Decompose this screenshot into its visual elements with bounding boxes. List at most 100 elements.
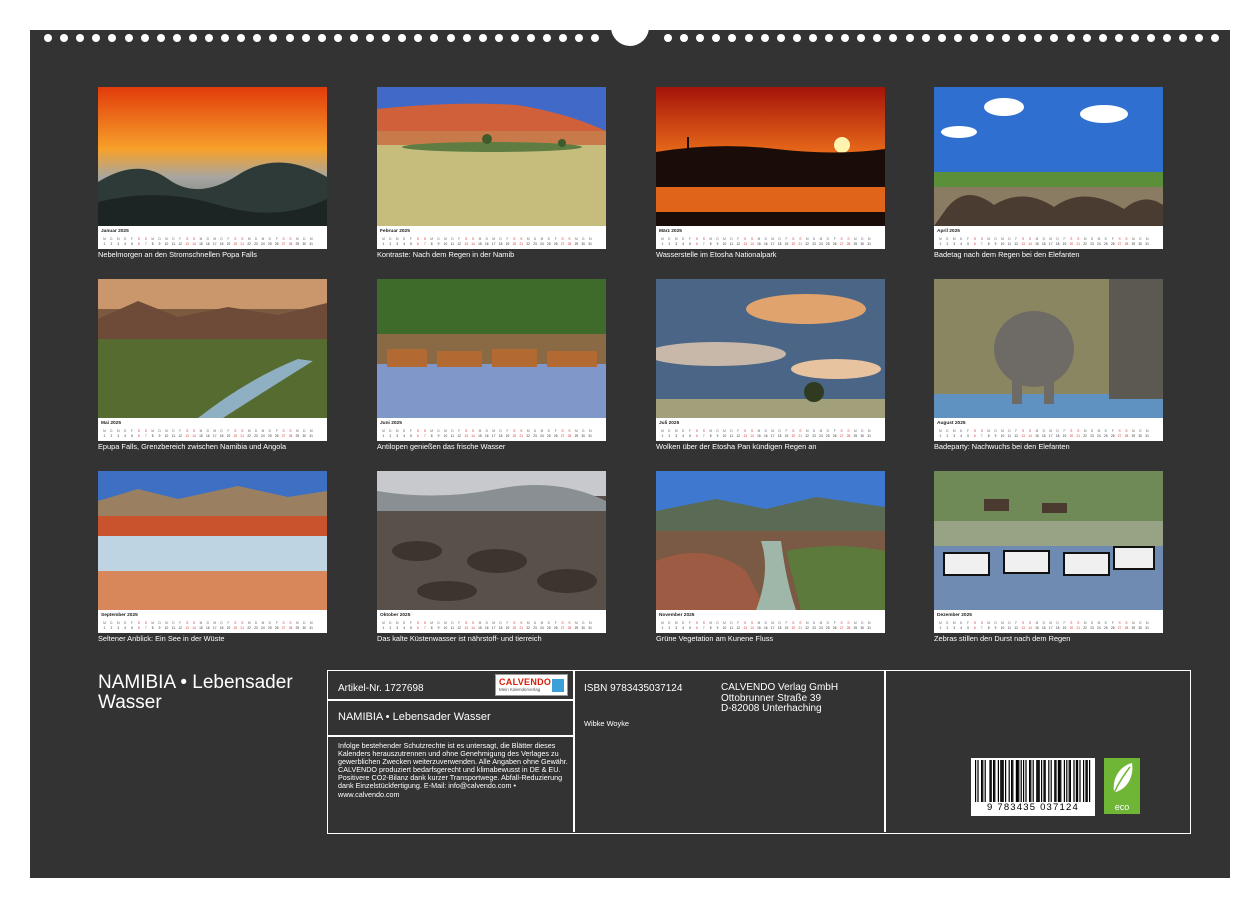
weekday-letter: S	[1118, 429, 1121, 433]
day-number: 8	[430, 242, 433, 246]
weekday-letter: M	[805, 621, 809, 625]
day-number: 25	[547, 626, 551, 630]
weekday-letter: F	[179, 429, 182, 433]
weekday-letter: F	[131, 237, 133, 241]
weekday-letter: M	[575, 429, 578, 433]
day-number: 15	[1035, 626, 1039, 630]
weekday-letter: D	[402, 621, 406, 625]
weekday-letter: M	[709, 237, 712, 241]
day-number: 15	[199, 434, 203, 438]
weekday-letter: S	[792, 621, 795, 625]
day-number: 25	[1104, 626, 1108, 630]
day-number: 17	[1048, 434, 1053, 438]
weekday-row: MDMDFSSMDMDFSSMDMDFSSMDMDFSSMDM	[659, 621, 873, 625]
day-number: 15	[757, 434, 761, 438]
day-number: 24	[261, 626, 265, 630]
binding-hole	[430, 34, 439, 42]
weekday-letter: S	[241, 621, 244, 625]
weekday-letter: S	[980, 237, 983, 241]
day-number: 18	[219, 434, 224, 438]
day-number: 3	[953, 242, 956, 246]
day-number: 23	[812, 242, 816, 246]
weekday-letter: D	[946, 429, 949, 433]
weekday-letter: S	[513, 429, 516, 433]
weekday-letter: S	[282, 237, 285, 241]
day-number: 30	[860, 434, 865, 438]
binding-hole	[937, 34, 946, 42]
weekday-letter: S	[1070, 429, 1073, 433]
day-number-row: 1 2 3 4 5 6 7 8 9 10 11 12 13 14 15 16 17 18 19 20 21 22 23 24 2…	[101, 626, 315, 630]
weekday-letter: M	[199, 237, 203, 241]
day-number: 17	[491, 242, 496, 246]
weekday-letter: D	[172, 621, 175, 625]
day-number: 3	[396, 434, 399, 438]
day-number: 23	[254, 434, 258, 438]
day-number: 20	[512, 434, 517, 438]
barcode-bar	[1005, 760, 1007, 802]
weekday-letter: M	[805, 237, 809, 241]
day-number: 19	[784, 242, 789, 246]
day-number: 26	[1110, 242, 1115, 246]
binding-hole	[808, 34, 817, 42]
binding-hole	[776, 34, 785, 42]
weekday-letter: D	[206, 237, 209, 241]
day-number: 29	[853, 434, 858, 438]
day-number: 7	[423, 242, 426, 246]
day-number: 18	[219, 626, 224, 630]
weekday-letter: M	[1097, 621, 1101, 625]
day-number: 29	[574, 242, 579, 246]
binding-hole	[221, 34, 230, 42]
binding-hole	[969, 34, 978, 42]
day-number: 4	[124, 626, 126, 630]
weekday-letter: S	[744, 237, 747, 241]
day-number: 28	[1124, 626, 1129, 630]
weekday-letter: S	[1125, 237, 1128, 241]
leaf-icon	[1113, 763, 1133, 794]
weekday-letter: D	[826, 621, 829, 625]
day-number-row: 1 2 3 4 5 6 7 8 9 10 11 12 13 14 15 16 17 18 19 20 21 22 23 24 2…	[380, 242, 594, 246]
mini-calendar: November 2025 M D M D F S S M D M D F S S M D M D F S S M D M D F S…	[656, 610, 885, 633]
weekday-letter: M	[674, 621, 678, 625]
weekday-letter: D	[123, 621, 127, 625]
day-number: 7	[144, 626, 147, 630]
weekday-letter: F	[506, 621, 509, 625]
weekday-letter: S	[840, 621, 843, 625]
weekday-letter: M	[757, 237, 761, 241]
binding-hole	[1195, 34, 1204, 42]
weekday-letter: S	[840, 237, 843, 241]
barcode-bar	[1086, 760, 1088, 802]
weekday-letter: D	[681, 621, 685, 625]
day-number: 1	[103, 434, 106, 438]
weekday-letter: M	[674, 429, 678, 433]
weekday-letter: M	[492, 237, 496, 241]
weekday-letter: D	[254, 429, 258, 433]
day-number-row: 1 2 3 4 5 6 7 8 9 10 11 12 13 14 15 16 17 18 19 20 21 22 23 24 2…	[937, 434, 1151, 438]
day-number: 23	[533, 626, 537, 630]
binding-hole	[1130, 34, 1139, 42]
month-photo	[377, 279, 606, 418]
binding-hole	[1050, 34, 1059, 42]
weekday-letter: D	[158, 621, 161, 625]
weekday-letter: F	[1015, 237, 1018, 241]
weekday-letter: F	[833, 429, 836, 433]
day-number: 6	[417, 626, 419, 630]
weekday-letter: D	[533, 621, 537, 625]
day-number: 12	[178, 242, 183, 246]
weekday-letter: M	[674, 237, 678, 241]
day-number: 15	[478, 626, 482, 630]
barcode-bar	[1008, 760, 1010, 802]
day-number: 15	[757, 242, 761, 246]
weekday-letter: M	[309, 429, 313, 433]
barcode-bar	[994, 760, 996, 802]
day-number: 29	[853, 242, 858, 246]
day-number: 29	[295, 242, 300, 246]
day-number: 24	[819, 434, 823, 438]
weekday-letter: D	[533, 237, 537, 241]
day-number: 20	[1069, 626, 1074, 630]
day-number: 1	[939, 242, 942, 246]
weekday-letter: M	[526, 621, 530, 625]
weekday-letter: M	[1049, 621, 1053, 625]
day-number: 4	[403, 434, 405, 438]
binding-hole	[575, 34, 584, 42]
day-number: 30	[1138, 434, 1143, 438]
